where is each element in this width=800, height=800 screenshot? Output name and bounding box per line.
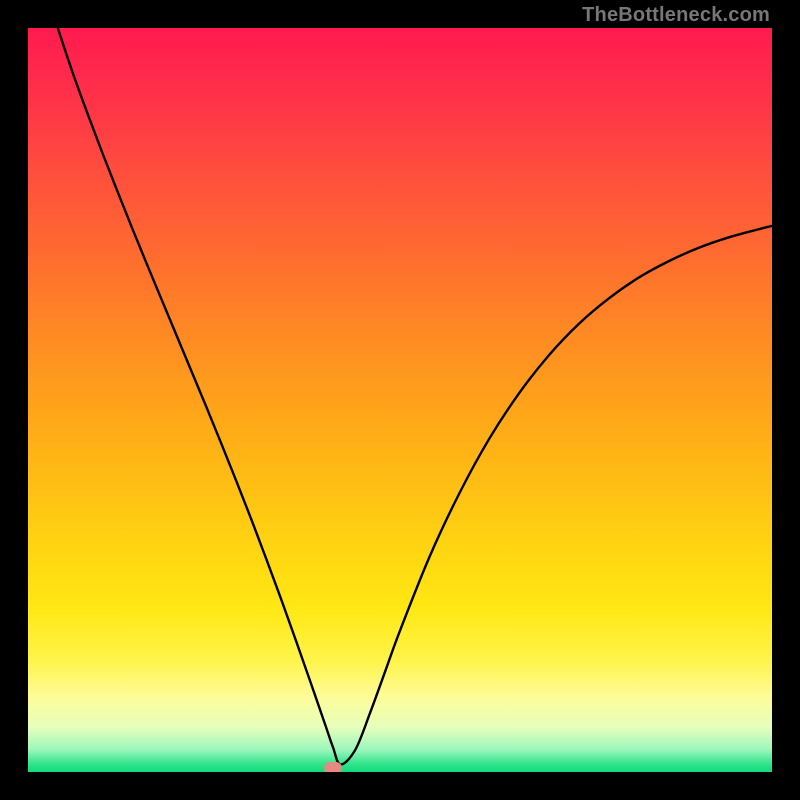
watermark-text: TheBottleneck.com [582, 4, 770, 27]
bottleneck-curve [28, 28, 772, 772]
chart-frame [0, 0, 800, 800]
plot-area [28, 28, 772, 772]
minimum-marker [324, 762, 342, 772]
